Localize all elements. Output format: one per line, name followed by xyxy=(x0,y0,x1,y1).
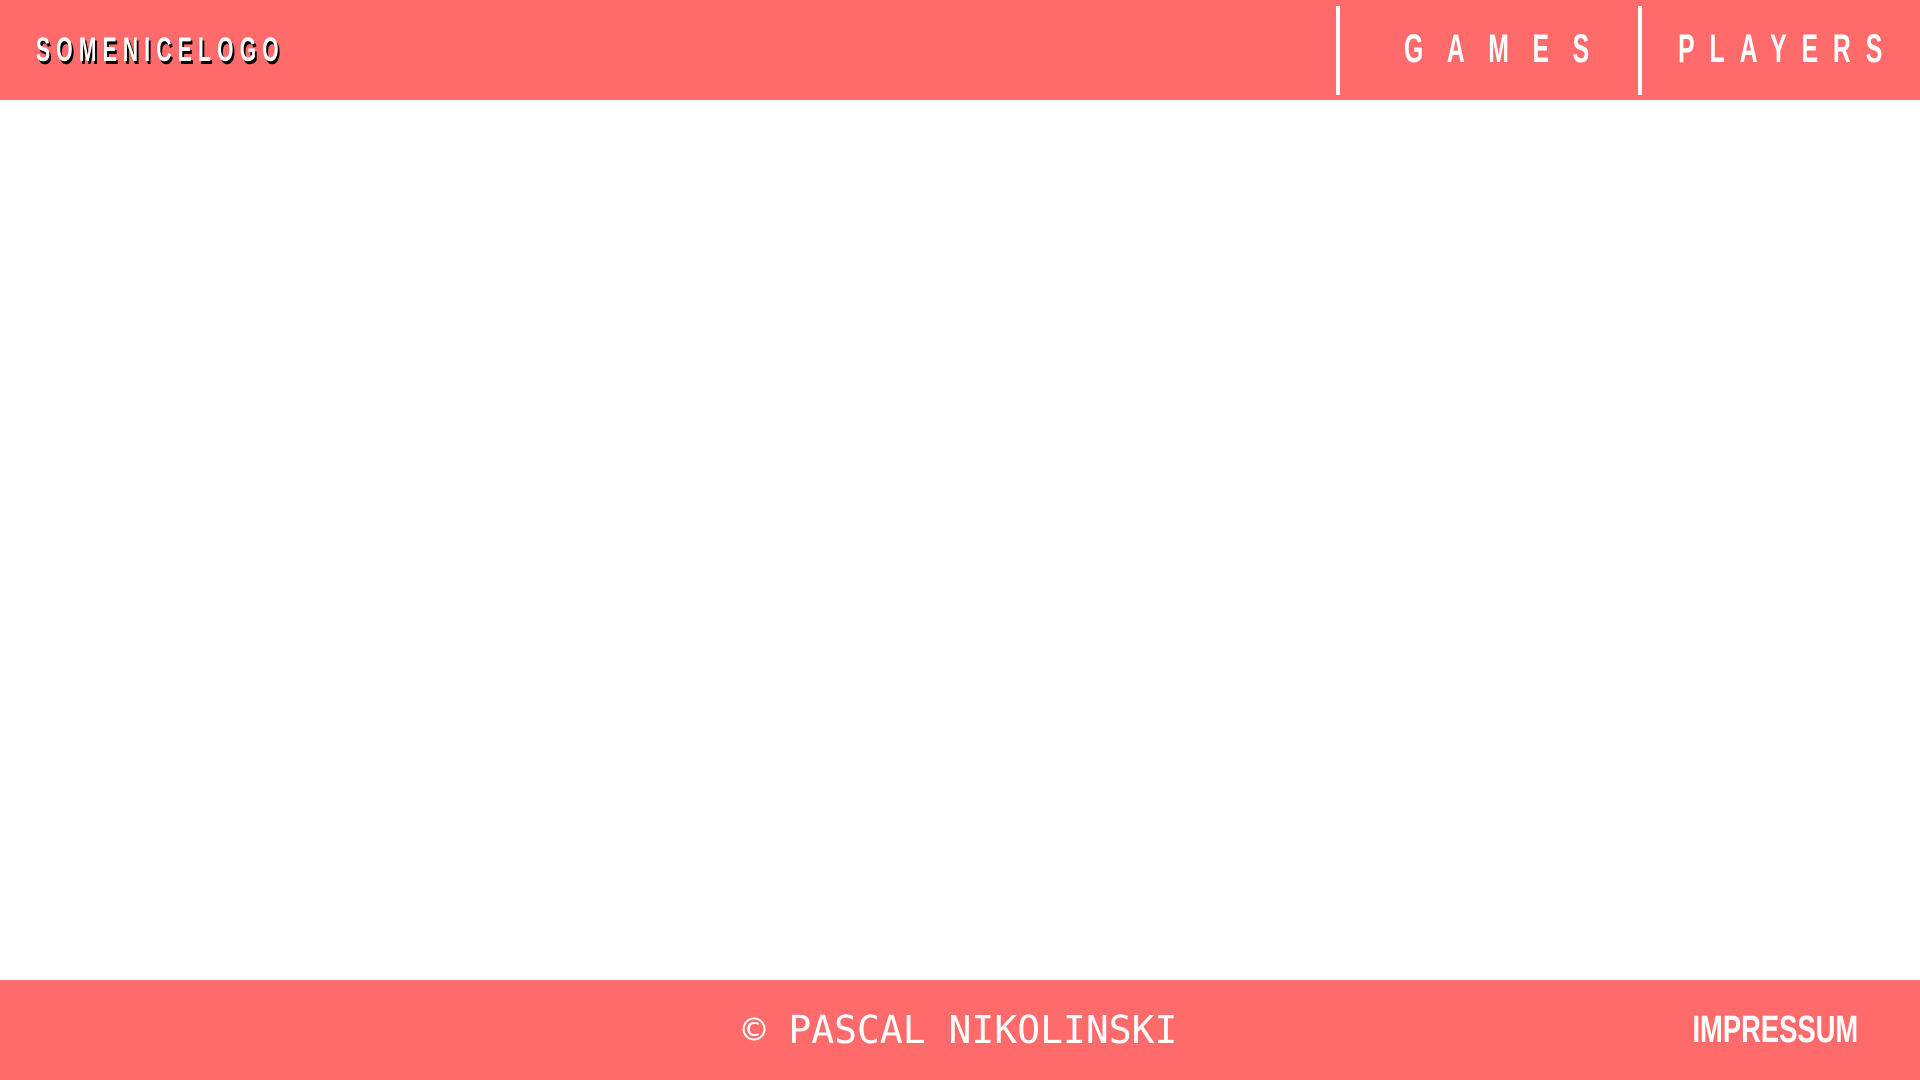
page: SOMENICELOGO GAMES PLAYERS © PASCAL NIKO… xyxy=(0,0,1920,1080)
site-footer: © PASCAL NIKOLINSKI IMPRESSUM xyxy=(0,980,1920,1080)
nav-players-link[interactable]: PLAYERS xyxy=(1642,24,1920,74)
nav-players-label: PLAYERS xyxy=(1678,26,1898,71)
main-content xyxy=(0,100,1920,980)
site-logo[interactable]: SOMENICELOGO xyxy=(36,26,285,74)
impressum-link[interactable]: IMPRESSUM xyxy=(1692,1006,1858,1054)
site-header: SOMENICELOGO GAMES PLAYERS xyxy=(0,0,1920,100)
nav-games-link[interactable]: GAMES xyxy=(1340,24,1638,74)
nav-games-label: GAMES xyxy=(1403,26,1613,71)
copyright-text: © PASCAL NIKOLINSKI xyxy=(742,1008,1178,1052)
